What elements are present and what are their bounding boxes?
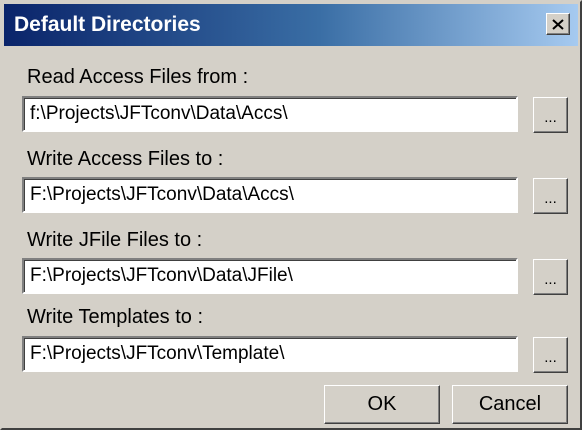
- write-templates-browse-button[interactable]: ...: [533, 337, 568, 373]
- write-templates-label: Write Templates to :: [27, 306, 203, 328]
- write-access-path-input[interactable]: [22, 177, 518, 213]
- ok-button[interactable]: OK: [324, 385, 440, 424]
- write-access-browse-button[interactable]: ...: [533, 178, 568, 214]
- read-access-path-input[interactable]: [22, 96, 518, 132]
- close-icon: [552, 18, 564, 30]
- write-jfile-browse-button[interactable]: ...: [533, 259, 568, 295]
- write-templates-path-input[interactable]: [22, 336, 518, 372]
- read-access-label: Read Access Files from :: [27, 66, 249, 88]
- write-access-label: Write Access Files to :: [27, 148, 224, 170]
- close-button[interactable]: [546, 13, 570, 35]
- cancel-button[interactable]: Cancel: [452, 385, 568, 424]
- window-title: Default Directories: [14, 13, 201, 36]
- read-access-browse-button[interactable]: ...: [533, 97, 568, 133]
- write-jfile-label: Write JFile Files to :: [27, 229, 203, 251]
- write-jfile-path-input[interactable]: [22, 258, 518, 294]
- title-bar[interactable]: Default Directories: [4, 4, 578, 46]
- default-directories-dialog: Default Directories Read Access Files fr…: [0, 0, 582, 430]
